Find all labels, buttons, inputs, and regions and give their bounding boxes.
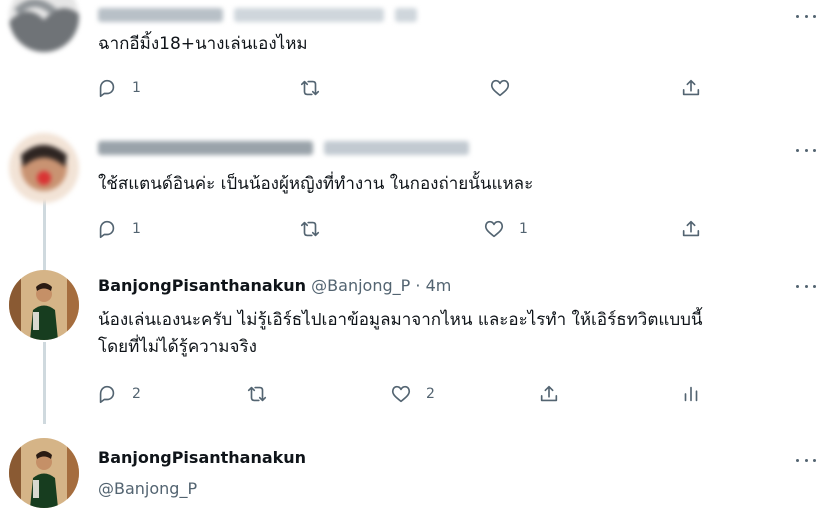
user-handle[interactable]: @Banjong_P [311, 276, 410, 295]
tweet-header [98, 4, 423, 23]
reply-count: 2 [132, 386, 141, 402]
blurred-user-avatar[interactable] [9, 0, 79, 52]
retweet-button[interactable] [246, 382, 282, 406]
tweet-thread: ฉากอีมิ้ง18+นางเล่นเองไหม 1 ใช้สแตนด์อิน… [0, 0, 820, 530]
more-options-icon[interactable] [796, 13, 816, 19]
blurred-time [395, 7, 418, 22]
reply-icon [99, 385, 115, 404]
display-name[interactable]: BanjongPisanthanakun [98, 276, 306, 295]
tweet-text: ฉากอีมิ้ง18+นางเล่นเองไหม [98, 34, 308, 54]
separator-dot: · [415, 276, 421, 295]
tweet-2[interactable]: ใช้สแตนด์อินค่ะ เป็นน้องผู้หญิงที่ทำงาน … [0, 133, 820, 251]
heart-icon [391, 385, 411, 403]
blurred-handle [234, 7, 385, 22]
share-button[interactable] [680, 76, 702, 100]
analytics-button[interactable] [680, 382, 702, 406]
banjong-avatar[interactable] [9, 438, 79, 508]
retweet-button[interactable] [299, 76, 335, 100]
reply-icon [99, 79, 115, 98]
like-button[interactable]: 2 [390, 382, 435, 406]
tweet-timestamp[interactable]: 4m [426, 276, 452, 295]
reply-icon [99, 220, 115, 239]
blurred-user-avatar[interactable] [9, 133, 79, 203]
blurred-username [98, 140, 313, 155]
profile-header: BanjongPisanthanakun [98, 448, 306, 467]
tweet-header: BanjongPisanthanakun @Banjong_P · 4m [98, 276, 451, 295]
blurred-username [98, 7, 223, 22]
retweet-icon [300, 221, 320, 237]
banjong-avatar[interactable] [9, 270, 79, 340]
tweet-1[interactable]: ฉากอีมิ้ง18+นางเล่นเองไหม 1 [0, 0, 820, 118]
retweet-button[interactable] [299, 217, 335, 241]
more-options-icon[interactable] [796, 283, 816, 289]
user-handle[interactable]: @Banjong_P [98, 479, 197, 498]
reply-count: 1 [132, 221, 141, 237]
heart-icon [490, 79, 510, 97]
heart-icon [484, 220, 504, 238]
reply-button[interactable]: 1 [96, 217, 141, 241]
share-button[interactable] [680, 217, 702, 241]
display-name[interactable]: BanjongPisanthanakun [98, 448, 306, 467]
more-options-icon[interactable] [796, 457, 816, 463]
share-button[interactable] [538, 382, 560, 406]
tweet-text-line-2: โดยที่ไม่ได้รู้ความจริง [98, 337, 257, 357]
like-count: 1 [519, 221, 528, 237]
share-icon [682, 79, 700, 96]
tweet-text-line-1: น้องเล่นเองนะครับ ไม่รู้เอิร์ธไปเอาข้อมู… [98, 310, 703, 330]
tweet-text: ใช้สแตนด์อินค่ะ เป็นน้องผู้หญิงที่ทำงาน … [98, 174, 534, 194]
analytics-icon [684, 386, 698, 402]
reply-button[interactable]: 2 [96, 382, 141, 406]
more-options-icon[interactable] [796, 147, 816, 153]
tweet-header [98, 137, 475, 156]
retweet-icon [300, 80, 320, 96]
share-icon [540, 385, 558, 402]
like-button[interactable]: 1 [483, 217, 528, 241]
tweet-3[interactable]: BanjongPisanthanakun @Banjong_P · 4m น้อ… [0, 270, 820, 430]
blurred-handle [324, 140, 470, 155]
retweet-icon [247, 386, 267, 402]
reply-count: 1 [132, 80, 141, 96]
reply-button[interactable]: 1 [96, 76, 141, 100]
like-button[interactable] [489, 76, 525, 100]
profile-preview[interactable]: BanjongPisanthanakun @Banjong_P [0, 438, 820, 530]
share-icon [682, 220, 700, 237]
like-count: 2 [426, 386, 435, 402]
